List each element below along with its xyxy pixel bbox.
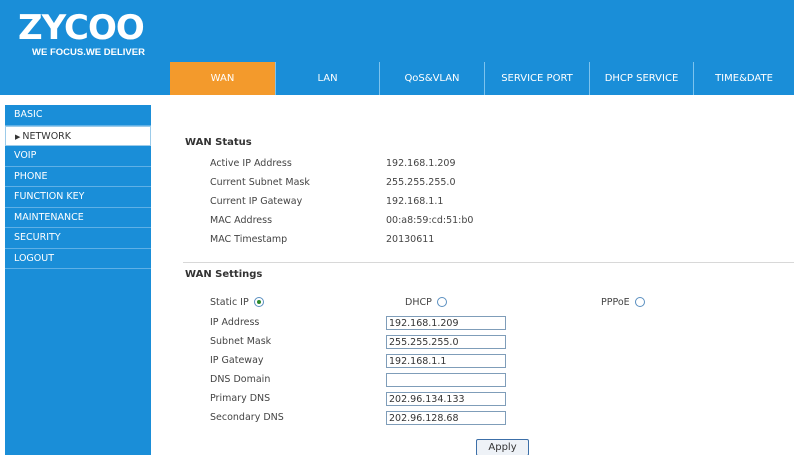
tab-qos-vlan[interactable]: QoS&VLAN [379, 62, 484, 95]
sidebar-item-maintenance[interactable]: MAINTENANCE [5, 208, 151, 228]
sidebar-item-voip[interactable]: VOIP [5, 146, 151, 167]
status-value: 192.168.1.1 [386, 196, 444, 207]
status-label: MAC Address [210, 215, 273, 226]
ip-address-label: IP Address [210, 317, 260, 328]
sidebar-item-phone[interactable]: PHONE [5, 167, 151, 187]
mode-label: PPPoE [601, 297, 630, 308]
apply-button[interactable]: Apply [476, 439, 529, 455]
mode-static-ip[interactable]: Static IP [210, 296, 264, 308]
subnet-mask-input[interactable] [386, 335, 506, 349]
status-label: MAC Timestamp [210, 234, 288, 245]
header-bar: ZYCOO WE FOCUS.WE DELIVER WAN LAN QoS&VL… [0, 0, 794, 95]
mode-dhcp[interactable]: DHCP [405, 296, 447, 308]
tab-dhcp-service[interactable]: DHCP SERVICE [589, 62, 693, 95]
status-value: 192.168.1.209 [386, 158, 456, 169]
status-label: Current Subnet Mask [210, 177, 310, 188]
zycoo-logo: ZYCOO [18, 8, 145, 48]
sidebar-item-network[interactable]: ▶ NETWORK [5, 125, 151, 146]
mode-pppoe[interactable]: PPPoE [601, 296, 645, 308]
sidebar-item-logout[interactable]: LOGOUT [5, 249, 151, 269]
top-nav: WAN LAN QoS&VLAN SERVICE PORT DHCP SERVI… [170, 62, 794, 95]
logo-slogan: WE FOCUS.WE DELIVER [32, 47, 145, 58]
sidebar-item-label: NETWORK [22, 130, 72, 142]
mode-label: DHCP [405, 297, 432, 308]
ip-address-input[interactable] [386, 316, 506, 330]
primary-dns-input[interactable] [386, 392, 506, 406]
sidebar: BASIC ▶ NETWORK VOIP PHONE FUNCTION KEY M… [5, 105, 151, 455]
tab-service-port[interactable]: SERVICE PORT [484, 62, 589, 95]
ip-gateway-label: IP Gateway [210, 355, 264, 366]
mode-label: Static IP [210, 297, 249, 308]
tab-wan[interactable]: WAN [170, 62, 275, 95]
sidebar-item-security[interactable]: SECURITY [5, 228, 151, 249]
arrow-right-icon: ▶ [15, 132, 21, 141]
status-label: Active IP Address [210, 158, 292, 169]
tab-time-date[interactable]: TIME&DATE [693, 62, 794, 95]
status-label: Current IP Gateway [210, 196, 303, 207]
dhcp-radio[interactable] [436, 296, 447, 307]
ip-gateway-input[interactable] [386, 354, 506, 368]
wan-settings-title: WAN Settings [185, 269, 263, 280]
dns-domain-input[interactable] [386, 373, 506, 387]
wan-status-title: WAN Status [185, 137, 252, 148]
secondary-dns-label: Secondary DNS [210, 412, 284, 423]
pppoe-radio[interactable] [634, 296, 645, 307]
dns-domain-label: DNS Domain [210, 374, 271, 385]
sidebar-item-basic[interactable]: BASIC [5, 105, 151, 126]
primary-dns-label: Primary DNS [210, 393, 271, 404]
static-ip-radio[interactable] [253, 296, 264, 307]
tab-lan[interactable]: LAN [275, 62, 379, 95]
sidebar-item-function-key[interactable]: FUNCTION KEY [5, 187, 151, 208]
status-value: 255.255.255.0 [386, 177, 456, 188]
subnet-mask-label: Subnet Mask [210, 336, 272, 347]
section-divider [183, 262, 794, 263]
secondary-dns-input[interactable] [386, 411, 506, 425]
status-value: 20130611 [386, 234, 435, 245]
status-value: 00:a8:59:cd:51:b0 [386, 215, 474, 226]
